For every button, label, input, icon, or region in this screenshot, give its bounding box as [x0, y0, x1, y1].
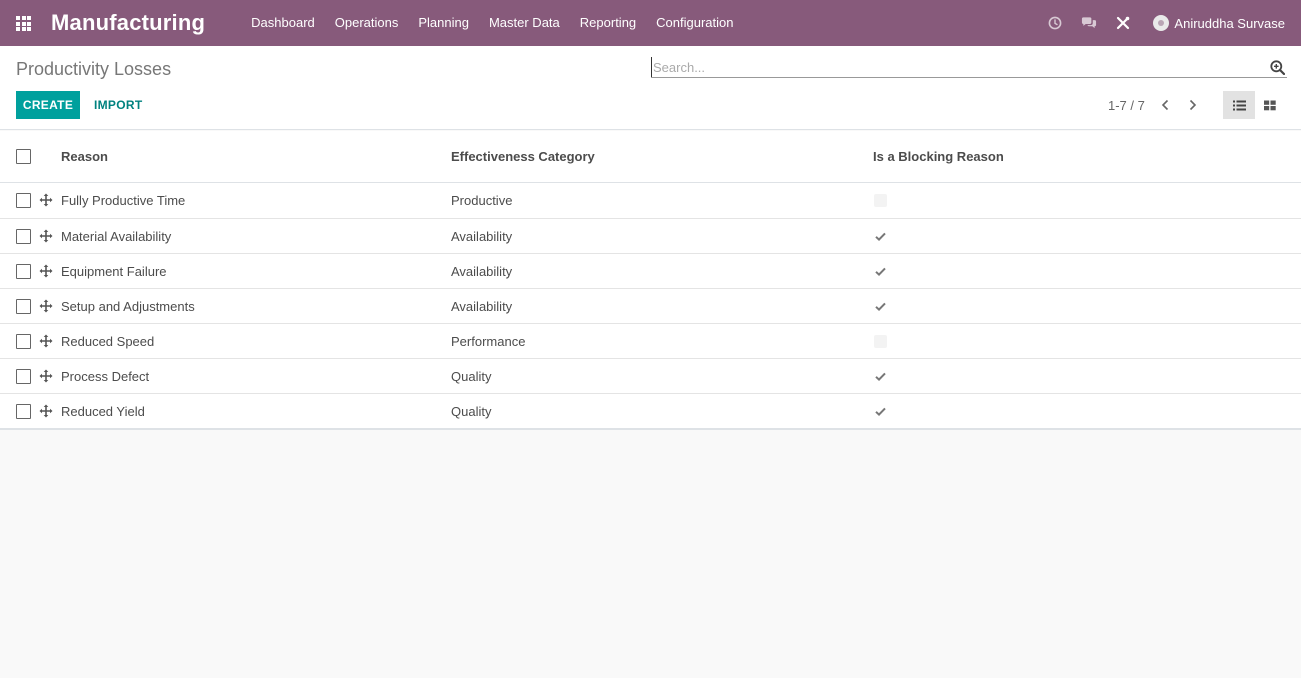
checkmark-icon — [874, 265, 887, 278]
menu-item-master-data[interactable]: Master Data — [479, 0, 570, 46]
category-cell: Availability — [451, 264, 513, 279]
search-options-icon[interactable] — [1270, 60, 1286, 76]
apps-menu-icon[interactable] — [16, 16, 34, 31]
table-row[interactable]: Process Defect Quality — [0, 358, 1301, 393]
avatar — [1153, 15, 1170, 31]
list-view-icon — [1232, 100, 1246, 110]
drag-handle-icon[interactable] — [39, 193, 53, 207]
user-name: Aniruddha Survase — [1174, 15, 1285, 31]
checkmark-icon — [874, 405, 887, 418]
reason-cell: Process Defect — [61, 369, 150, 384]
column-header-effectiveness-category[interactable]: Effectiveness Category — [451, 131, 595, 183]
activity-clock-icon[interactable] — [1047, 15, 1063, 31]
pager-value[interactable]: 1-7 / 7 — [1108, 98, 1145, 113]
debug-tools-icon[interactable] — [1115, 15, 1131, 31]
pager-previous-button[interactable] — [1157, 96, 1173, 114]
chevron-left-icon — [1161, 99, 1168, 111]
row-checkbox[interactable] — [16, 193, 31, 208]
row-checkbox[interactable] — [16, 299, 31, 314]
column-header-blocking-reason[interactable]: Is a Blocking Reason — [873, 131, 1004, 183]
drag-handle-icon[interactable] — [39, 369, 53, 383]
select-all-checkbox[interactable] — [16, 149, 31, 164]
menu-item-reporting[interactable]: Reporting — [570, 0, 646, 46]
drag-handle-icon[interactable] — [39, 404, 53, 418]
menu-item-configuration[interactable]: Configuration — [646, 0, 743, 46]
menu-item-operations[interactable]: Operations — [325, 0, 409, 46]
reason-cell: Reduced Yield — [61, 404, 145, 419]
category-cell: Performance — [451, 334, 526, 349]
table-row[interactable]: Setup and Adjustments Availability — [0, 288, 1301, 323]
menu-item-dashboard[interactable]: Dashboard — [241, 0, 325, 46]
productivity-losses-table: Reason Effectiveness Category Is a Block… — [0, 131, 1301, 430]
row-checkbox[interactable] — [16, 229, 31, 244]
list-view-button[interactable] — [1223, 91, 1255, 119]
row-checkbox[interactable] — [16, 334, 31, 349]
navbar-systray: Aniruddha Survase — [1029, 0, 1285, 46]
drag-handle-icon[interactable] — [39, 229, 53, 243]
blocking-checkbox — [874, 194, 887, 207]
category-cell: Availability — [451, 229, 513, 244]
search-input[interactable] — [651, 57, 1251, 77]
create-button[interactable]: CREATE — [16, 91, 80, 119]
page-title: Productivity Losses — [16, 59, 172, 79]
import-button[interactable]: IMPORT — [86, 91, 150, 119]
user-menu[interactable]: Aniruddha Survase — [1153, 15, 1285, 31]
row-checkbox[interactable] — [16, 369, 31, 384]
category-cell: Quality — [451, 404, 492, 419]
table-body: Fully Productive Time Productive Materia… — [0, 183, 1301, 428]
blocking-checkbox — [874, 335, 887, 348]
table-row[interactable]: Reduced Speed Performance — [0, 323, 1301, 358]
reason-cell: Equipment Failure — [61, 264, 167, 279]
chat-bubbles-icon[interactable] — [1081, 15, 1097, 31]
column-header-reason[interactable]: Reason — [61, 131, 108, 183]
checkmark-icon — [874, 370, 887, 383]
category-cell: Productive — [451, 193, 513, 208]
kanban-view-icon — [1264, 100, 1276, 110]
row-checkbox[interactable] — [16, 404, 31, 419]
table-row[interactable]: Reduced Yield Quality — [0, 393, 1301, 428]
checkmark-icon — [874, 230, 887, 243]
reason-cell: Reduced Speed — [61, 334, 155, 349]
category-cell: Availability — [451, 299, 513, 314]
table-header: Reason Effectiveness Category Is a Block… — [0, 131, 1301, 183]
search-bar — [651, 57, 1287, 78]
main-menu: Dashboard Operations Planning Master Dat… — [241, 0, 743, 46]
reason-cell: Setup and Adjustments — [61, 299, 195, 314]
kanban-view-button[interactable] — [1255, 91, 1285, 119]
drag-handle-icon[interactable] — [39, 299, 53, 313]
row-checkbox[interactable] — [16, 264, 31, 279]
app-title[interactable]: Manufacturing — [51, 10, 205, 36]
menu-item-planning[interactable]: Planning — [408, 0, 479, 46]
pager-next-button[interactable] — [1184, 96, 1200, 114]
control-panel: Productivity Losses CREATE IMPORT 1-7 / … — [0, 46, 1301, 130]
category-cell: Quality — [451, 369, 492, 384]
drag-handle-icon[interactable] — [39, 264, 53, 278]
table-row[interactable]: Material Availability Availability — [0, 218, 1301, 253]
drag-handle-icon[interactable] — [39, 334, 53, 348]
table-row[interactable]: Fully Productive Time Productive — [0, 183, 1301, 218]
table-row[interactable]: Equipment Failure Availability — [0, 253, 1301, 288]
top-navbar: Manufacturing Dashboard Operations Plann… — [0, 0, 1301, 46]
checkmark-icon — [874, 300, 887, 313]
chevron-right-icon — [1189, 99, 1196, 111]
reason-cell: Material Availability — [61, 229, 172, 244]
reason-cell: Fully Productive Time — [61, 193, 186, 208]
